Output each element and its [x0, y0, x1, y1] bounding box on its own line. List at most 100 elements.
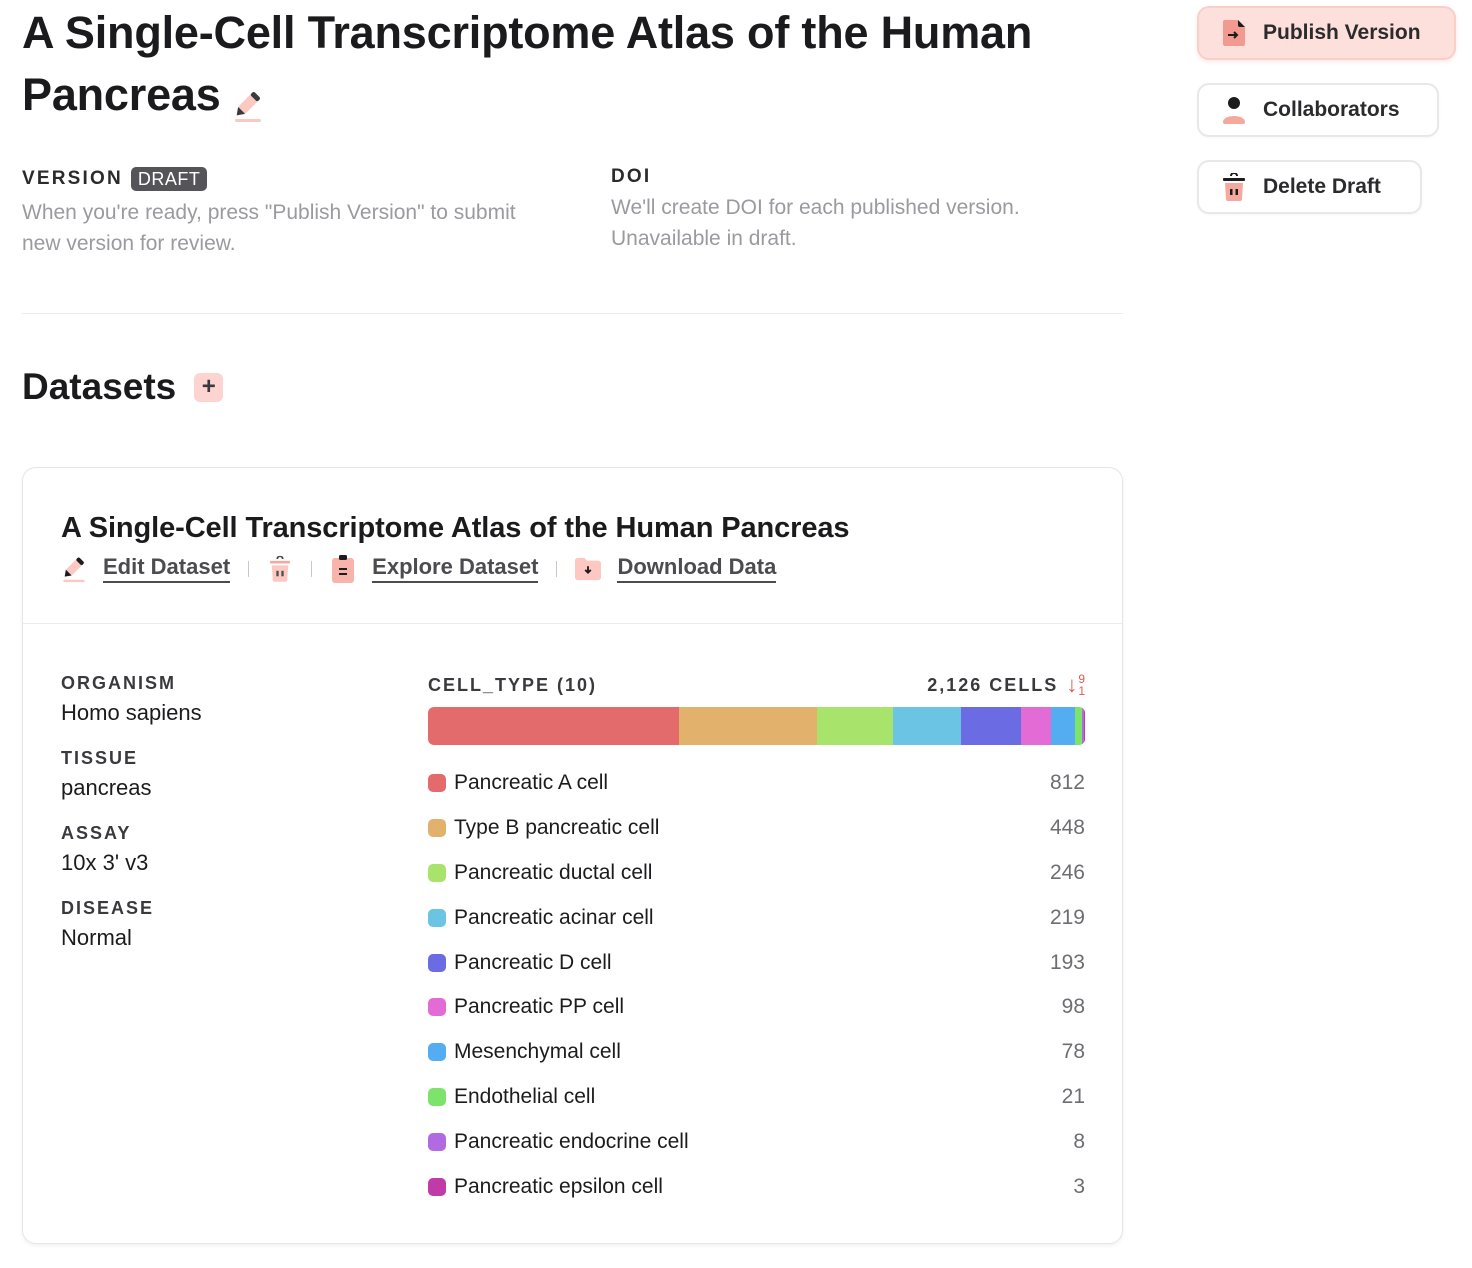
bar-segment[interactable]	[428, 707, 679, 745]
plus-icon: +	[201, 373, 216, 400]
legend-count: 8	[1073, 1129, 1085, 1153]
version-label-row: VERSION DRAFT	[22, 167, 542, 191]
legend-item: Mesenchymal cell 78	[428, 1030, 1085, 1075]
legend-swatch	[428, 819, 446, 838]
dataset-title: A Single-Cell Transcriptome Atlas of the…	[61, 512, 850, 544]
bar-segment[interactable]	[1020, 707, 1051, 745]
page-title: A Single-Cell Transcriptome Atlas of the…	[22, 2, 1102, 126]
legend-item-left: Mesenchymal cell	[428, 1040, 621, 1064]
legend-item: Pancreatic epsilon cell 3	[428, 1164, 1085, 1209]
legend-label: Pancreatic acinar cell	[454, 905, 654, 929]
bar-segment[interactable]	[817, 707, 894, 745]
legend-item-left: Endothelial cell	[428, 1085, 595, 1109]
legend-count: 219	[1049, 905, 1085, 929]
dataset-actions: Edit Dataset Explore Dataset Download Da…	[61, 554, 777, 583]
bar-segment[interactable]	[1084, 707, 1085, 745]
attribute-organism: ORGANISM Homo sapiens	[61, 673, 361, 726]
legend-item-left: Pancreatic endocrine cell	[428, 1130, 689, 1154]
cell-count: 2,126 CELLS ↓ 9 1	[927, 673, 1085, 697]
legend-item-left: Pancreatic D cell	[428, 951, 612, 975]
download-data-label: Download Data	[617, 554, 777, 583]
legend-label: Endothelial cell	[454, 1084, 596, 1108]
legend-item: Pancreatic A cell 812	[428, 761, 1085, 806]
legend-item: Pancreatic ductal cell 246	[428, 851, 1085, 896]
legend-label: Mesenchymal cell	[454, 1040, 621, 1064]
legend-item: Endothelial cell 21	[428, 1075, 1085, 1120]
legend-count: 98	[1061, 995, 1085, 1019]
legend-item-left: Type B pancreatic cell	[428, 816, 659, 840]
edit-dataset-link[interactable]: Edit Dataset	[61, 554, 231, 583]
legend-item: Pancreatic PP cell 98	[428, 985, 1085, 1030]
legend-item: Pancreatic D cell 193	[428, 940, 1085, 985]
attribute-assay: ASSAY 10x 3' v3	[61, 823, 361, 876]
legend-item-left: Pancreatic epsilon cell	[428, 1175, 663, 1199]
legend-label: Pancreatic endocrine cell	[454, 1129, 689, 1153]
attribute-value: Homo sapiens	[61, 700, 202, 725]
legend-item: Pancreatic endocrine cell 8	[428, 1119, 1085, 1164]
legend-swatch	[428, 774, 446, 793]
explore-dataset-link[interactable]: Explore Dataset	[330, 554, 539, 583]
cell-type-panel: CELL_TYPE (10) 2,126 CELLS ↓ 9 1 Pancrea…	[428, 673, 1085, 1209]
edit-dataset-label: Edit Dataset	[103, 554, 231, 583]
attribute-value: 10x 3' v3	[61, 850, 149, 875]
dataset-card: A Single-Cell Transcriptome Atlas of the…	[22, 467, 1123, 1244]
doi-label: DOI	[611, 166, 652, 187]
publish-version-button[interactable]: Publish Version	[1197, 6, 1456, 60]
doi-description: We'll create DOI for each published vers…	[611, 196, 1020, 250]
legend-count: 246	[1049, 860, 1085, 884]
version-info: VERSION DRAFT When you're ready, press "…	[22, 167, 542, 259]
page-title-text: A Single-Cell Transcriptome Atlas of the…	[22, 7, 1033, 120]
datasets-title: Datasets	[22, 366, 177, 407]
pencil-icon	[61, 555, 87, 583]
cell-type-stacked-bar	[428, 707, 1085, 745]
bar-segment[interactable]	[893, 707, 962, 745]
dataset-attributes: ORGANISM Homo sapiens TISSUE pancreas AS…	[61, 673, 361, 973]
legend-label: Pancreatic epsilon cell	[454, 1174, 663, 1198]
delete-dataset-button[interactable]	[267, 555, 293, 583]
attribute-value: pancreas	[61, 775, 152, 800]
version-label: VERSION	[22, 168, 123, 189]
delete-draft-button[interactable]: Delete Draft	[1197, 160, 1422, 214]
attribute-value: Normal	[61, 925, 132, 950]
cell-type-label: CELL_TYPE (10)	[428, 674, 598, 695]
legend-item-left: Pancreatic A cell	[428, 771, 608, 795]
sort-digits: 9 1	[1078, 672, 1085, 698]
explore-dataset-label: Explore Dataset	[372, 554, 539, 583]
legend-swatch	[428, 1132, 446, 1151]
legend-item-left: Pancreatic PP cell	[428, 995, 624, 1019]
download-data-link[interactable]: Download Data	[575, 554, 777, 583]
sort-descending-icon[interactable]: ↓ 9 1	[1066, 673, 1085, 697]
legend-swatch	[428, 953, 446, 972]
trash-icon	[1221, 173, 1247, 201]
legend-label: Pancreatic ductal cell	[454, 860, 653, 884]
add-dataset-button[interactable]: +	[194, 372, 224, 402]
delete-draft-label: Delete Draft	[1263, 175, 1381, 198]
cell-type-header: CELL_TYPE (10) 2,126 CELLS ↓ 9 1	[428, 673, 1085, 697]
sort-arrow: ↓	[1066, 672, 1078, 697]
publish-version-label: Publish Version	[1263, 21, 1421, 44]
bar-segment[interactable]	[678, 707, 818, 745]
legend-count: 193	[1049, 950, 1085, 974]
version-description: When you're ready, press "Publish Versio…	[22, 201, 516, 255]
collaborators-button[interactable]: Collaborators	[1197, 83, 1439, 137]
bar-segment[interactable]	[1050, 707, 1076, 745]
legend-item-left: Pancreatic ductal cell	[428, 861, 652, 885]
legend-count: 448	[1049, 816, 1085, 840]
collaborators-label: Collaborators	[1263, 98, 1400, 121]
attribute-disease: DISEASE Normal	[61, 898, 361, 951]
trash-icon	[267, 555, 293, 583]
doi-info: DOI We'll create DOI for each published …	[611, 166, 1111, 254]
action-separator	[311, 560, 313, 577]
total-cells-label: 2,126 CELLS	[927, 674, 1059, 695]
attribute-tissue: TISSUE pancreas	[61, 748, 361, 801]
file-export-icon	[1221, 19, 1247, 47]
action-separator	[556, 560, 558, 577]
cell-type-legend: Pancreatic A cell 812 Type B pancreatic ce…	[428, 761, 1085, 1209]
legend-item-left: Pancreatic acinar cell	[428, 906, 654, 930]
legend-count: 78	[1061, 1040, 1085, 1064]
draft-badge: DRAFT	[130, 167, 208, 191]
pencil-icon[interactable]	[233, 77, 263, 123]
legend-swatch	[428, 863, 446, 882]
bar-segment[interactable]	[961, 707, 1021, 745]
action-separator	[248, 560, 250, 577]
